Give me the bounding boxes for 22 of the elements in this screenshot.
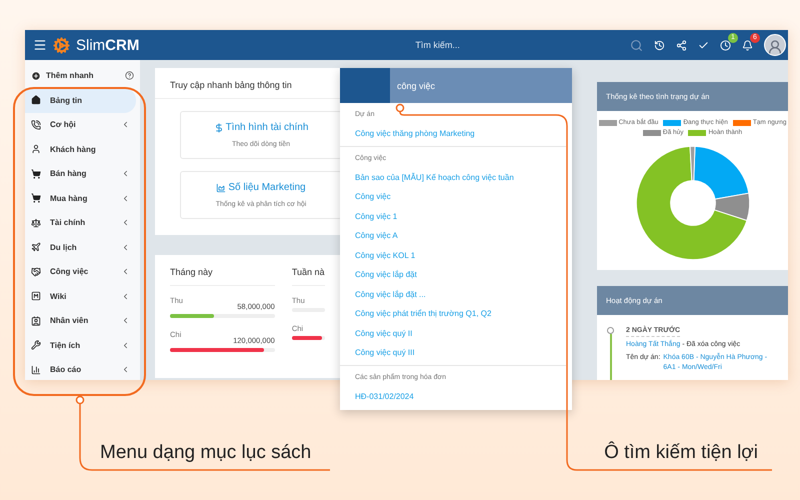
callout-label: Menu dạng mục lục sách: [100, 442, 312, 464]
period-title: Tuần nà: [292, 267, 325, 286]
sidebar-item[interactable]: Bán hàng: [25, 162, 136, 186]
app-logo[interactable]: SlimCRM: [76, 36, 140, 54]
search-field[interactable]: Tìm kiếm...: [415, 40, 460, 50]
quick-link-title[interactable]: Tình hình tài chính: [214, 122, 308, 133]
sidebar-item[interactable]: Du lịch: [25, 235, 136, 260]
sidebar-item[interactable]: Tài chính: [25, 210, 136, 235]
sidebar-item[interactable]: Nhân viên: [25, 308, 136, 333]
sidebar-item[interactable]: Bảng tin: [25, 88, 136, 112]
callout-label: Ô tìm kiếm tiện lợi: [604, 442, 758, 464]
sidebar-item[interactable]: Cơ hội: [25, 112, 136, 137]
sidebar-item[interactable]: Khách hàng: [25, 137, 136, 162]
quick-add-label[interactable]: Thêm nhanh: [46, 71, 94, 80]
sidebar-item[interactable]: Mua hàng: [25, 186, 136, 210]
period-title: Tháng này: [170, 267, 275, 286]
sidebar-item[interactable]: Wiki: [25, 284, 136, 308]
sidebar-item[interactable]: Công việc: [25, 260, 136, 284]
sidebar-item[interactable]: Báo cáo: [25, 358, 136, 380]
search-input[interactable]: công việc: [390, 68, 572, 103]
quick-link-title[interactable]: Số liệu Marketing: [216, 182, 306, 193]
sidebar-item[interactable]: Tiện ích: [25, 333, 136, 358]
